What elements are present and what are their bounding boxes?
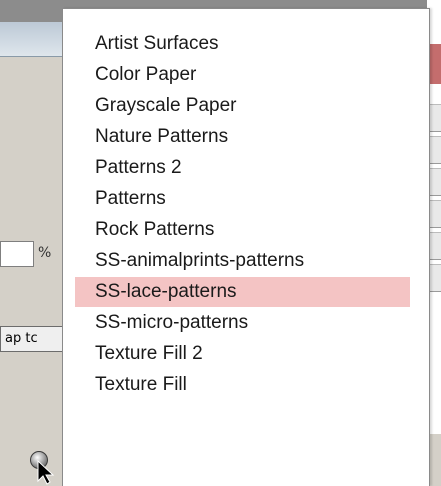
pattern-library-menu: Artist Surfaces Color Paper Grayscale Pape… xyxy=(62,8,430,486)
menu-item-patterns[interactable]: Patterns xyxy=(75,184,410,214)
panel-header xyxy=(0,22,62,57)
menu-item-ss-lace-patterns[interactable]: SS-lace-patterns xyxy=(75,277,410,307)
zoom-unit-label: % xyxy=(38,245,52,261)
right-panel-row xyxy=(430,104,441,132)
menu-item-texture-fill[interactable]: Texture Fill xyxy=(75,370,410,400)
zoom-input[interactable] xyxy=(0,241,34,267)
menu-item-nature-patterns[interactable]: Nature Patterns xyxy=(75,122,410,152)
menu-item-color-paper[interactable]: Color Paper xyxy=(75,60,410,90)
right-panel-row xyxy=(430,136,441,164)
menu-item-texture-fill-2[interactable]: Texture Fill 2 xyxy=(75,339,410,369)
menu-item-rock-patterns[interactable]: Rock Patterns xyxy=(75,215,410,245)
right-panel-row xyxy=(430,168,441,196)
menu-item-ss-micro-patterns[interactable]: SS-micro-patterns xyxy=(75,308,410,338)
menu-item-artist-surfaces[interactable]: Artist Surfaces xyxy=(75,29,410,59)
menu-item-ss-animalprints-patterns[interactable]: SS-animalprints-patterns xyxy=(75,246,410,276)
right-panel-row xyxy=(430,232,441,260)
right-panel-accent xyxy=(430,44,441,84)
mouse-cursor-icon xyxy=(37,459,55,485)
menu-item-grayscale-paper[interactable]: Grayscale Paper xyxy=(75,91,410,121)
snap-to-button[interactable]: ap tc xyxy=(0,326,64,352)
menu-item-patterns-2[interactable]: Patterns 2 xyxy=(75,153,410,183)
right-panel-row xyxy=(430,200,441,228)
right-panel-row xyxy=(430,264,441,292)
